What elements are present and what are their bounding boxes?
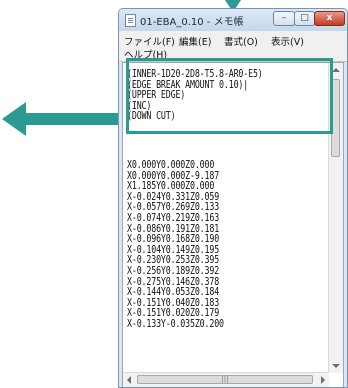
close-button[interactable]: x — [314, 11, 345, 26]
arrow-left-icon — [2, 102, 124, 136]
notepad-icon — [125, 14, 136, 27]
horizontal-scroll-thumb[interactable]: ||| — [137, 375, 313, 384]
highlight-box — [126, 58, 333, 134]
maximize-button[interactable]: □ — [294, 11, 315, 26]
menu-view[interactable]: 表示(V) — [271, 34, 304, 48]
window-title: 01-EBA_0.10 - メモ帳 — [140, 17, 244, 28]
scroll-right-icon[interactable] — [321, 376, 325, 384]
menu-edit[interactable]: 編集(E) — [179, 34, 211, 48]
scroll-up-icon[interactable] — [332, 68, 340, 72]
title-bar[interactable]: 01-EBA_0.10 - メモ帳 – □ x — [119, 9, 347, 31]
horizontal-scrollbar[interactable]: ||| — [123, 372, 329, 387]
scroll-down-icon[interactable] — [332, 364, 340, 368]
scroll-left-icon[interactable] — [127, 376, 131, 384]
menu-format[interactable]: 書式(O) — [224, 34, 258, 48]
code-line: X-0.133Y-0.035Z0.200 — [127, 317, 224, 330]
minimize-button[interactable]: – — [273, 11, 295, 26]
menu-file[interactable]: ファイル(F) — [124, 34, 175, 48]
